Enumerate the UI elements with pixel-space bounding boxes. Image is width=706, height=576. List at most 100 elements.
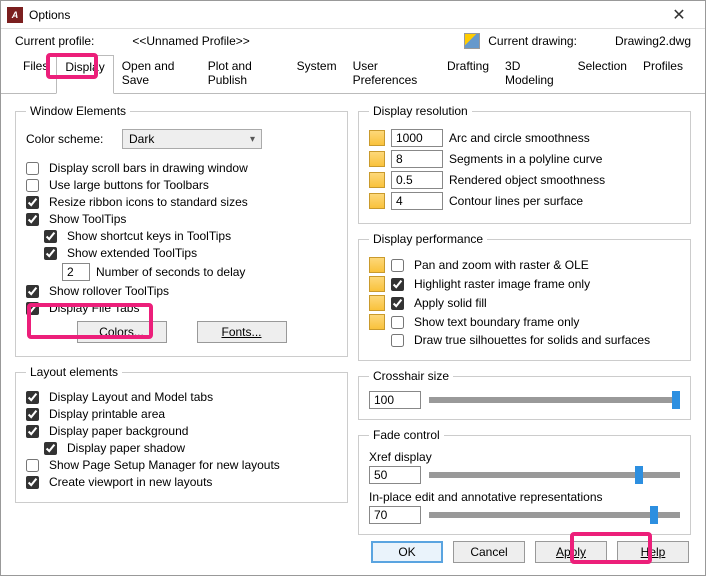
chk-text-boundary[interactable] bbox=[391, 316, 404, 329]
lbl-solid-fill: Apply solid fill bbox=[414, 296, 487, 310]
chk-page-setup-manager[interactable] bbox=[26, 459, 39, 472]
input-contour-lines[interactable] bbox=[391, 192, 443, 210]
title-bar: A Options ✕ bbox=[1, 1, 705, 29]
tab-bar: Files Display Open and Save Plot and Pub… bbox=[1, 55, 705, 94]
lbl-page-setup-manager: Show Page Setup Manager for new layouts bbox=[49, 458, 280, 472]
lbl-extended-tooltips: Show extended ToolTips bbox=[67, 246, 197, 260]
slider-xref-fade[interactable] bbox=[429, 472, 680, 478]
lbl-highlight-raster: Highlight raster image frame only bbox=[414, 277, 590, 291]
lbl-true-silhouettes: Draw true silhouettes for solids and sur… bbox=[414, 333, 650, 347]
lbl-polyline-segments: Segments in a polyline curve bbox=[449, 152, 602, 166]
drawing-icon bbox=[369, 193, 385, 209]
lbl-show-tooltips: Show ToolTips bbox=[49, 212, 126, 226]
chk-printable-area[interactable] bbox=[26, 408, 39, 421]
input-crosshair-size[interactable] bbox=[369, 391, 421, 409]
current-drawing-label: Current drawing: bbox=[488, 34, 577, 48]
tab-files[interactable]: Files bbox=[15, 55, 56, 93]
lbl-create-viewport: Create viewport in new layouts bbox=[49, 475, 212, 489]
input-rendered-smoothness[interactable] bbox=[391, 171, 443, 189]
slider-crosshair-size[interactable] bbox=[429, 397, 680, 403]
lbl-large-buttons: Use large buttons for Toolbars bbox=[49, 178, 209, 192]
drawing-icon bbox=[369, 314, 385, 330]
group-window-elements: Window Elements Color scheme: Dark ▾ Dis… bbox=[15, 104, 348, 357]
drawing-icon bbox=[369, 172, 385, 188]
chk-scroll-bars[interactable] bbox=[26, 162, 39, 175]
lbl-shortcut-keys: Show shortcut keys in ToolTips bbox=[67, 229, 231, 243]
drawing-icon bbox=[369, 151, 385, 167]
chk-create-viewport[interactable] bbox=[26, 476, 39, 489]
tab-selection[interactable]: Selection bbox=[570, 55, 635, 93]
drawing-icon bbox=[369, 276, 385, 292]
tab-drafting[interactable]: Drafting bbox=[439, 55, 497, 93]
chk-paper-background[interactable] bbox=[26, 425, 39, 438]
slider-inplace-fade[interactable] bbox=[429, 512, 680, 518]
input-inplace-fade[interactable] bbox=[369, 506, 421, 524]
input-xref-fade[interactable] bbox=[369, 466, 421, 484]
color-scheme-select[interactable]: Dark ▾ bbox=[122, 129, 262, 149]
bottom-button-bar: OK Cancel Apply Help bbox=[371, 541, 689, 563]
drawing-icon bbox=[464, 33, 480, 49]
tab-3d-modeling[interactable]: 3D Modeling bbox=[497, 55, 570, 93]
tab-open-and-save[interactable]: Open and Save bbox=[114, 55, 200, 93]
header-row: Current profile: <<Unnamed Profile>> Cur… bbox=[1, 29, 705, 55]
chk-extended-tooltips[interactable] bbox=[44, 247, 57, 260]
chk-file-tabs[interactable] bbox=[26, 302, 39, 315]
chk-large-buttons[interactable] bbox=[26, 179, 39, 192]
tab-system[interactable]: System bbox=[289, 55, 345, 93]
lbl-paper-background: Display paper background bbox=[49, 424, 188, 438]
lbl-scroll-bars: Display scroll bars in drawing window bbox=[49, 161, 248, 175]
tab-display[interactable]: Display bbox=[56, 55, 113, 94]
drawing-icon bbox=[369, 130, 385, 146]
lbl-resize-ribbon: Resize ribbon icons to standard sizes bbox=[49, 195, 248, 209]
close-button[interactable]: ✕ bbox=[659, 5, 699, 25]
current-profile-value: <<Unnamed Profile>> bbox=[132, 34, 249, 48]
chk-shortcut-keys[interactable] bbox=[44, 230, 57, 243]
chk-solid-fill[interactable] bbox=[391, 297, 404, 310]
app-icon: A bbox=[7, 7, 23, 23]
input-arc-smoothness[interactable] bbox=[391, 129, 443, 147]
lbl-inplace-edit: In-place edit and annotative representat… bbox=[369, 490, 680, 504]
chk-layout-model-tabs[interactable] bbox=[26, 391, 39, 404]
lbl-arc-smoothness: Arc and circle smoothness bbox=[449, 131, 590, 145]
chk-resize-ribbon[interactable] bbox=[26, 196, 39, 209]
current-profile-label: Current profile: bbox=[15, 34, 94, 48]
chk-true-silhouettes[interactable] bbox=[391, 334, 404, 347]
legend-display-resolution: Display resolution bbox=[369, 104, 472, 118]
group-display-resolution: Display resolution Arc and circle smooth… bbox=[358, 104, 691, 224]
lbl-printable-area: Display printable area bbox=[49, 407, 165, 421]
lbl-file-tabs: Display File Tabs bbox=[49, 301, 139, 315]
legend-display-performance: Display performance bbox=[369, 232, 487, 246]
chevron-down-icon: ▾ bbox=[250, 134, 255, 145]
ok-button[interactable]: OK bbox=[371, 541, 443, 563]
lbl-tooltip-seconds: Number of seconds to delay bbox=[96, 265, 245, 279]
fonts-button[interactable]: Fonts... bbox=[197, 321, 287, 343]
lbl-paper-shadow: Display paper shadow bbox=[67, 441, 185, 455]
color-scheme-value: Dark bbox=[129, 132, 154, 146]
group-display-performance: Display performance Pan and zoom with ra… bbox=[358, 232, 691, 361]
group-fade-control: Fade control Xref display In-place edit … bbox=[358, 428, 691, 535]
legend-fade-control: Fade control bbox=[369, 428, 444, 442]
chk-highlight-raster[interactable] bbox=[391, 278, 404, 291]
group-layout-elements: Layout elements Display Layout and Model… bbox=[15, 365, 348, 503]
legend-window-elements: Window Elements bbox=[26, 104, 130, 118]
chk-show-tooltips[interactable] bbox=[26, 213, 39, 226]
lbl-pan-zoom-raster: Pan and zoom with raster & OLE bbox=[414, 258, 589, 272]
input-tooltip-seconds[interactable] bbox=[62, 263, 90, 281]
tab-plot-and-publish[interactable]: Plot and Publish bbox=[200, 55, 289, 93]
input-polyline-segments[interactable] bbox=[391, 150, 443, 168]
legend-crosshair-size: Crosshair size bbox=[369, 369, 453, 383]
window-title: Options bbox=[29, 8, 659, 22]
colors-button[interactable]: Colors... bbox=[77, 321, 167, 343]
lbl-layout-model-tabs: Display Layout and Model tabs bbox=[49, 390, 213, 404]
chk-pan-zoom-raster[interactable] bbox=[391, 259, 404, 272]
lbl-rendered-smoothness: Rendered object smoothness bbox=[449, 173, 605, 187]
tab-user-preferences[interactable]: User Preferences bbox=[345, 55, 439, 93]
chk-rollover-tooltips[interactable] bbox=[26, 285, 39, 298]
lbl-text-boundary: Show text boundary frame only bbox=[414, 315, 579, 329]
cancel-button[interactable]: Cancel bbox=[453, 541, 525, 563]
tab-profiles[interactable]: Profiles bbox=[635, 55, 691, 93]
color-scheme-label: Color scheme: bbox=[26, 132, 116, 146]
chk-paper-shadow[interactable] bbox=[44, 442, 57, 455]
apply-button[interactable]: Apply bbox=[535, 541, 607, 563]
help-button[interactable]: Help bbox=[617, 541, 689, 563]
